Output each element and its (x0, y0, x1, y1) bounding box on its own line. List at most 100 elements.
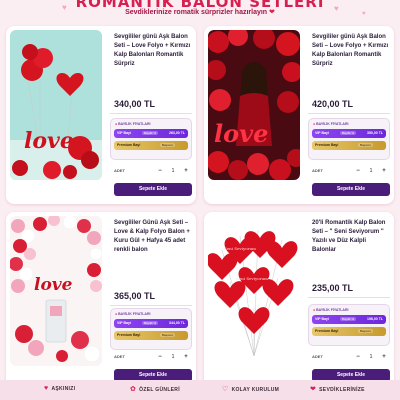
vip-price: 263,00 TL (169, 131, 185, 135)
dealer-prices-title: BAYİLİK FİYATLARI (118, 312, 151, 316)
add-to-cart-button[interactable]: Sepete Ekle (312, 183, 390, 196)
balloon-icon: ♡ (222, 386, 229, 393)
subtitle-text: Sevdiklerinize romatik sürprizler hazırl… (125, 9, 268, 16)
vip-label: VIP Bayi (315, 317, 329, 321)
vip-label: VIP Bayi (315, 131, 329, 135)
quantity-input[interactable]: 1 (367, 353, 375, 361)
feature-item: ♡ KOLAY KURULUM (222, 385, 279, 393)
decrease-quantity-button[interactable]: − (156, 167, 164, 175)
product-image[interactable]: love (208, 30, 300, 180)
vip-label: VIP Bayi (117, 321, 131, 325)
increase-quantity-button[interactable]: + (380, 353, 388, 361)
premium-label: Premium Bayi (315, 329, 339, 333)
bullet-icon: ● (115, 122, 118, 126)
vip-price: 198,00 TL (367, 317, 383, 321)
product-title[interactable]: 20'li Romantik Kalp Balon Seti – " Seni … (312, 219, 390, 255)
dealer-prices-box: ● BAYİLİK FİYATLARI VIP Bayi Bayilik % 3… (110, 308, 192, 350)
vip-label: VIP Bayi (117, 131, 131, 135)
dealer-prices-heading: ● BAYİLİK FİYATLARI (115, 122, 150, 126)
premium-dealer-row[interactable]: Premium Bayi Başvuru (312, 141, 386, 150)
svg-text:love: love (24, 128, 74, 154)
bullet-icon: ● (115, 312, 118, 316)
vip-price: 344,00 TL (169, 321, 185, 325)
heart-icon: ♥ (44, 385, 49, 392)
add-to-cart-button[interactable]: Sepete Ekle (114, 183, 192, 196)
dealer-prices-box: ● BAYİLİK FİYATLARI VIP Bayi Bayilik % 1… (308, 304, 390, 346)
premium-label: Premium Bayi (117, 143, 141, 147)
premium-apply-link[interactable]: Başvuru (358, 143, 374, 147)
product-image[interactable]: love (10, 216, 102, 366)
dealer-prices-box: ● BAYİLİK FİYATLARI VIP Bayi Bayilik % 2… (110, 118, 192, 160)
feature-label: AŞKINIZI (51, 386, 76, 392)
heart-icon: ❤ (269, 9, 275, 16)
feature-strip: ♥ AŞKINIZI ✿ ÖZEL GÜNLERİ ♡ KOLAY KURULUM ❤… (0, 380, 400, 400)
product-price: 365,00 TL (114, 291, 156, 301)
heart-decor-icon: ♥ (334, 4, 339, 13)
decrease-quantity-button[interactable]: − (156, 353, 164, 361)
dealer-prices-heading: ● BAYİLİK FİYATLARI (313, 122, 348, 126)
product-price: 235,00 TL (312, 283, 354, 293)
vip-dealer-row: VIP Bayi Bayilik % 263,00 TL (114, 129, 188, 138)
premium-dealer-row[interactable]: Premium Bayi Başvuru (114, 141, 188, 150)
dealer-prices-box: ● BAYİLİK FİYATLARI VIP Bayi Bayilik % 3… (308, 118, 390, 160)
bullet-icon: ● (313, 308, 316, 312)
product-title[interactable]: Sevgililer günü Aşk Balon Seti – Love Fo… (312, 33, 390, 69)
quantity-label: ADET (312, 354, 323, 359)
product-card[interactable]: love Sevgililer günü Aşk Balon Seti – Lo… (6, 26, 196, 204)
quantity-input[interactable]: 1 (169, 167, 177, 175)
quantity-input[interactable]: 1 (169, 353, 177, 361)
vip-badge: Bayilik % (142, 321, 159, 325)
product-price: 340,00 TL (114, 99, 156, 109)
vip-badge: Bayilik % (340, 317, 357, 321)
premium-dealer-row[interactable]: Premium Bayi Başvuru (114, 331, 188, 340)
product-title[interactable]: Sevgililer günü Aşk Balon Seti – Love Fo… (114, 33, 192, 69)
svg-text:love: love (214, 119, 268, 148)
premium-apply-link[interactable]: Başvuru (160, 143, 176, 147)
quantity-input[interactable]: 1 (367, 167, 375, 175)
quantity-label: ADET (312, 168, 323, 173)
premium-apply-link[interactable]: Başvuru (358, 329, 374, 333)
divider (308, 113, 390, 114)
divider (110, 113, 192, 114)
product-title[interactable]: Sevgililer Günü Aşk Seti – Love & Kalp F… (114, 219, 192, 255)
heart-decor-icon: ♥ (362, 11, 366, 17)
product-card[interactable]: love Sevgililer günü Aşk Balon Seti – Lo… (204, 26, 394, 204)
vip-dealer-row: VIP Bayi Bayilik % 350,00 TL (312, 129, 386, 138)
feature-item: ♥ AŞKINIZI (44, 385, 75, 392)
vip-dealer-row: VIP Bayi Bayilik % 198,00 TL (312, 315, 386, 324)
premium-apply-link[interactable]: Başvuru (160, 333, 176, 337)
product-price: 420,00 TL (312, 99, 354, 109)
svg-text:Seni Seviyorum: Seni Seviyorum (224, 246, 256, 251)
product-card[interactable]: love Sevgililer Günü Aşk Seti – Love & K… (6, 212, 196, 390)
feature-item: ✿ ÖZEL GÜNLERİ (130, 385, 180, 393)
premium-label: Premium Bayi (117, 333, 141, 337)
feature-label: KOLAY KURULUM (231, 387, 280, 393)
premium-dealer-row[interactable]: Premium Bayi Başvuru (312, 327, 386, 336)
quantity-stepper: ADET − 1 + (114, 352, 192, 362)
page-subtitle: Sevdiklerinize romatik sürprizler hazırl… (0, 8, 400, 16)
feature-item: ❤ SEVDİKLERİNİZE (310, 385, 365, 393)
increase-quantity-button[interactable]: + (182, 167, 190, 175)
decrease-quantity-button[interactable]: − (354, 167, 362, 175)
bullet-icon: ● (313, 122, 316, 126)
heart-decor-icon: ♥ (62, 3, 67, 12)
increase-quantity-button[interactable]: + (380, 167, 388, 175)
gift-icon: ✿ (130, 386, 137, 393)
increase-quantity-button[interactable]: + (182, 353, 190, 361)
product-image[interactable]: love (10, 30, 102, 180)
vip-badge: Bayilik % (142, 131, 159, 135)
premium-label: Premium Bayi (315, 143, 339, 147)
quantity-label: ADET (114, 168, 125, 173)
love-icon: ❤ (310, 386, 317, 393)
divider (110, 305, 192, 306)
decrease-quantity-button[interactable]: − (354, 353, 362, 361)
svg-text:Seni Seviyorum: Seni Seviyorum (236, 276, 268, 281)
dealer-prices-title: BAYİLİK FİYATLARI (316, 122, 349, 126)
product-card[interactable]: Seni Seviyorum Seni Seviyorum 20'li Roma… (204, 212, 394, 390)
dealer-prices-heading: ● BAYİLİK FİYATLARI (313, 308, 348, 312)
svg-text:love: love (34, 275, 73, 295)
product-image[interactable]: Seni Seviyorum Seni Seviyorum (208, 216, 300, 366)
dealer-prices-title: BAYİLİK FİYATLARI (316, 308, 349, 312)
dealer-prices-title: BAYİLİK FİYATLARI (118, 122, 151, 126)
quantity-stepper: ADET − 1 + (312, 166, 390, 176)
